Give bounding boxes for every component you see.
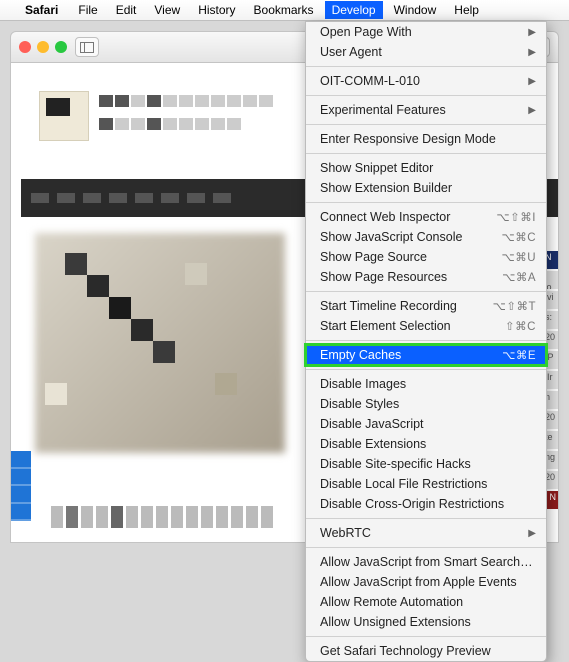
menu-item-show-snippet-editor[interactable]: Show Snippet Editor <box>306 158 546 178</box>
menu-item-shortcut: ⌥⌘A <box>502 270 536 284</box>
site-logo <box>39 91 89 141</box>
left-social-rail[interactable] <box>11 451 31 521</box>
menu-item-shortcut: ⌥⌘E <box>502 348 536 362</box>
menu-develop[interactable]: Develop <box>325 1 383 19</box>
menu-item-allow-unsigned-extensions[interactable]: Allow Unsigned Extensions <box>306 612 546 632</box>
menu-window[interactable]: Window <box>387 1 444 19</box>
menu-help[interactable]: Help <box>447 1 486 19</box>
menu-item-shortcut: ⌥⌘C <box>501 230 536 244</box>
zoom-window-button[interactable] <box>55 41 67 53</box>
menu-edit[interactable]: Edit <box>109 1 144 19</box>
menu-item-experimental-features[interactable]: Experimental Features ▶ <box>306 100 546 120</box>
menu-item-start-element-selection[interactable]: Start Element Selection⇧⌘C <box>306 316 546 336</box>
submenu-chevron-icon: ▶ <box>528 27 536 38</box>
menu-item-label: Enter Responsive Design Mode <box>320 132 536 146</box>
menu-separator <box>306 340 546 341</box>
submenu-chevron-icon: ▶ <box>528 105 536 116</box>
menu-item-label: Disable Styles <box>320 397 536 411</box>
menu-item-disable-styles[interactable]: Disable Styles <box>306 394 546 414</box>
submenu-chevron-icon: ▶ <box>528 47 536 58</box>
traffic-lights <box>19 41 67 53</box>
menu-file[interactable]: File <box>71 1 104 19</box>
menu-item-label: Open Page With <box>320 25 522 39</box>
sidebar-toggle-button[interactable] <box>75 37 99 57</box>
menu-item-label: Connect Web Inspector <box>320 210 496 224</box>
menu-history[interactable]: History <box>191 1 242 19</box>
menu-item-label: Allow Remote Automation <box>320 595 536 609</box>
submenu-chevron-icon: ▶ <box>528 76 536 87</box>
menu-item-allow-remote-automation[interactable]: Allow Remote Automation <box>306 592 546 612</box>
menu-item-connect-web-inspector[interactable]: Connect Web Inspector⌥⇧⌘I <box>306 207 546 227</box>
menu-item-shortcut: ⌥⇧⌘T <box>493 299 536 313</box>
menu-item-label: Disable Extensions <box>320 437 536 451</box>
menu-item-label: Start Timeline Recording <box>320 299 493 313</box>
menu-item-empty-caches[interactable]: Empty Caches⌥⌘E <box>306 345 546 365</box>
menu-item-disable-javascript[interactable]: Disable JavaScript <box>306 414 546 434</box>
menu-item-label: Allow JavaScript from Smart Search Field <box>320 555 536 569</box>
menu-item-label: Allow JavaScript from Apple Events <box>320 575 536 589</box>
menu-item-label: Experimental Features <box>320 103 522 117</box>
menu-item-show-javascript-console[interactable]: Show JavaScript Console⌥⌘C <box>306 227 546 247</box>
menu-item-disable-images[interactable]: Disable Images <box>306 374 546 394</box>
menu-item-label: Show JavaScript Console <box>320 230 501 244</box>
menu-item-label: Disable Cross-Origin Restrictions <box>320 497 536 511</box>
menu-separator <box>306 95 546 96</box>
menu-item-allow-javascript-from-smart-search-field[interactable]: Allow JavaScript from Smart Search Field <box>306 552 546 572</box>
menu-item-webrtc[interactable]: WebRTC ▶ <box>306 523 546 543</box>
menu-item-shortcut: ⌥⇧⌘I <box>496 210 536 224</box>
menu-item-disable-site-specific-hacks[interactable]: Disable Site-specific Hacks <box>306 454 546 474</box>
menu-separator <box>306 66 546 67</box>
minimize-window-button[interactable] <box>37 41 49 53</box>
app-menu[interactable]: Safari <box>18 1 65 19</box>
menu-item-label: Show Snippet Editor <box>320 161 536 175</box>
menu-item-user-agent[interactable]: User Agent ▶ <box>306 42 546 62</box>
menu-item-label: Show Extension Builder <box>320 181 536 195</box>
system-menubar: Safari File EditViewHistory BookmarksDevel… <box>0 0 569 21</box>
blurred-header-text <box>99 95 279 139</box>
menu-item-show-page-source[interactable]: Show Page Source⌥⌘U <box>306 247 546 267</box>
menu-separator <box>306 124 546 125</box>
menu-item-disable-extensions[interactable]: Disable Extensions <box>306 434 546 454</box>
menu-item-label: Allow Unsigned Extensions <box>320 615 536 629</box>
menu-bookmarks[interactable]: Bookmarks <box>247 1 321 19</box>
menu-separator <box>306 153 546 154</box>
menu-item-label: Start Element Selection <box>320 319 505 333</box>
menu-item-show-page-resources[interactable]: Show Page Resources⌥⌘A <box>306 267 546 287</box>
menu-separator <box>306 518 546 519</box>
menu-item-label: OIT-COMM-L-010 <box>320 74 522 88</box>
menu-separator <box>306 636 546 637</box>
menu-item-label: Disable JavaScript <box>320 417 536 431</box>
menu-item-get-safari-technology-preview[interactable]: Get Safari Technology Preview <box>306 641 546 661</box>
menu-item-label: Empty Caches <box>320 348 502 362</box>
menu-item-allow-javascript-from-apple-events[interactable]: Allow JavaScript from Apple Events <box>306 572 546 592</box>
menu-item-show-extension-builder[interactable]: Show Extension Builder <box>306 178 546 198</box>
submenu-chevron-icon: ▶ <box>528 528 536 539</box>
menu-item-shortcut: ⌥⌘U <box>501 250 536 264</box>
develop-menu-dropdown: Open Page With▶User Agent▶OIT-COMM-L-010… <box>305 21 547 662</box>
menu-item-label: Get Safari Technology Preview <box>320 644 536 658</box>
menu-item-label: Show Page Resources <box>320 270 502 284</box>
menu-item-label: Disable Images <box>320 377 536 391</box>
menu-item-label: WebRTC <box>320 526 522 540</box>
menu-separator <box>306 291 546 292</box>
menu-item-disable-local-file-restrictions[interactable]: Disable Local File Restrictions <box>306 474 546 494</box>
menu-separator <box>306 202 546 203</box>
menu-separator <box>306 369 546 370</box>
menu-item-oit-comm-l-010[interactable]: OIT-COMM-L-010 ▶ <box>306 71 546 91</box>
menu-separator <box>306 547 546 548</box>
menu-item-start-timeline-recording[interactable]: Start Timeline Recording⌥⇧⌘T <box>306 296 546 316</box>
menu-item-label: Disable Site-specific Hacks <box>320 457 536 471</box>
menu-item-open-page-with[interactable]: Open Page With ▶ <box>306 22 546 42</box>
hero-image-pixelation <box>35 233 285 453</box>
menu-view[interactable]: View <box>147 1 187 19</box>
menu-item-label: User Agent <box>320 45 522 59</box>
menu-item-enter-responsive-design-mode[interactable]: Enter Responsive Design Mode <box>306 129 546 149</box>
menu-item-disable-cross-origin-restrictions[interactable]: Disable Cross-Origin Restrictions <box>306 494 546 514</box>
menu-item-label: Disable Local File Restrictions <box>320 477 536 491</box>
menu-item-shortcut: ⇧⌘C <box>505 319 536 333</box>
menu-item-label: Show Page Source <box>320 250 501 264</box>
close-window-button[interactable] <box>19 41 31 53</box>
